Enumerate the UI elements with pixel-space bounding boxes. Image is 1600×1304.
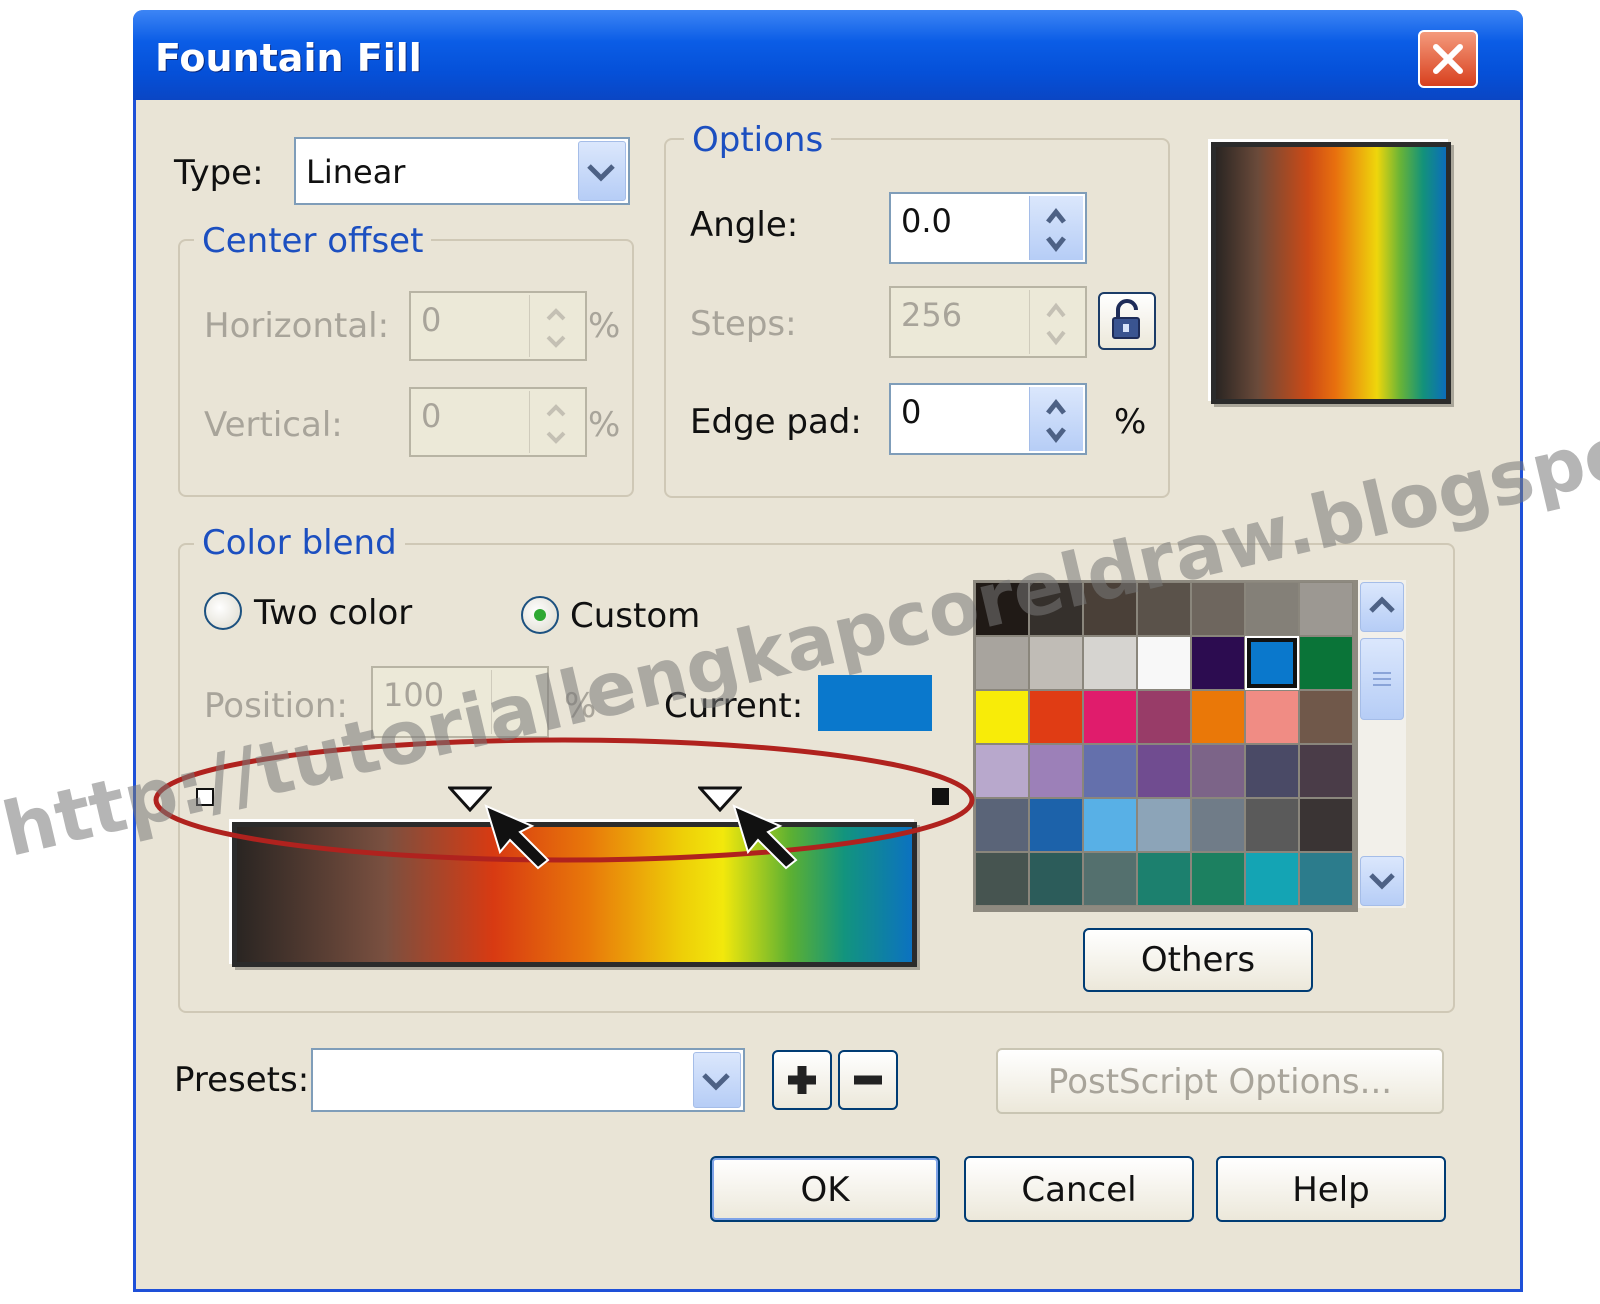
pointer-arrow-icon [732,804,798,870]
